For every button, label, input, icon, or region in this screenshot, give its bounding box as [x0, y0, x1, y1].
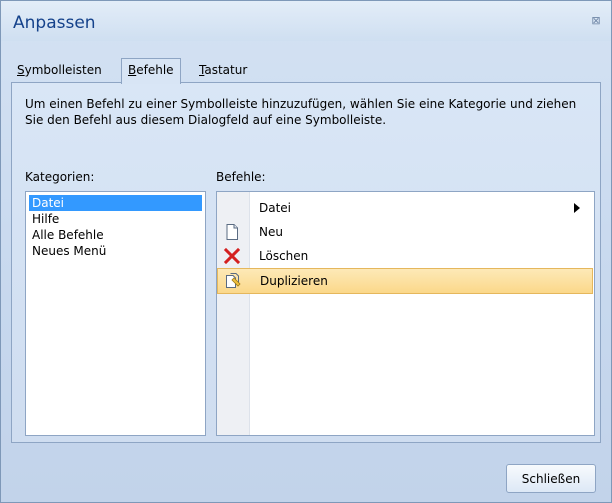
dialog-title: Anpassen: [13, 13, 96, 33]
commands-list[interactable]: Datei Neu Löschen Duplizieren: [216, 191, 595, 436]
category-item-alle-befehle[interactable]: Alle Befehle: [29, 227, 202, 243]
submenu-arrow-icon: [574, 203, 580, 213]
tab-befehle[interactable]: Befehle: [121, 58, 181, 84]
tab-label: efehle: [136, 63, 174, 77]
tab-label: astatur: [204, 63, 248, 77]
customize-dialog: Anpassen ⊠ Symbolleisten Befehle Tastatu…: [0, 0, 612, 503]
command-item-datei[interactable]: Datei: [217, 196, 594, 220]
new-document-icon: [226, 224, 238, 240]
command-label: Neu: [259, 225, 283, 239]
command-item-duplizieren[interactable]: Duplizieren: [217, 268, 593, 294]
categories-label: Kategorien:: [25, 170, 95, 184]
category-item-datei[interactable]: Datei: [29, 195, 202, 211]
command-label: Datei: [259, 201, 292, 215]
commands-label: Befehle:: [216, 170, 266, 184]
command-label: Duplizieren: [260, 274, 328, 288]
close-icon[interactable]: ⊠: [589, 14, 603, 28]
command-label: Löschen: [259, 249, 309, 263]
delete-x-icon: [223, 247, 241, 265]
close-button[interactable]: Schließen: [506, 464, 596, 493]
duplicate-icon: [226, 273, 241, 288]
befehle-tab-panel: Um einen Befehl zu einer Symbolleiste hi…: [11, 82, 601, 443]
tab-label: ymbolleisten: [24, 63, 102, 77]
categories-list[interactable]: Datei Hilfe Alle Befehle Neues Menü: [25, 191, 206, 436]
tab-symbolleisten[interactable]: Symbolleisten: [11, 60, 108, 81]
tab-tastatur[interactable]: Tastatur: [193, 60, 253, 81]
command-item-loeschen[interactable]: Löschen: [217, 244, 594, 268]
category-item-neues-menu[interactable]: Neues Menü: [29, 243, 202, 259]
tab-mnemonic: S: [17, 63, 25, 77]
tab-mnemonic: B: [128, 63, 137, 77]
command-item-neu[interactable]: Neu: [217, 220, 594, 244]
title-bar[interactable]: Anpassen ⊠: [1, 1, 611, 41]
category-item-hilfe[interactable]: Hilfe: [29, 211, 202, 227]
instructions-text: Um einen Befehl zu einer Symbolleiste hi…: [25, 97, 577, 127]
